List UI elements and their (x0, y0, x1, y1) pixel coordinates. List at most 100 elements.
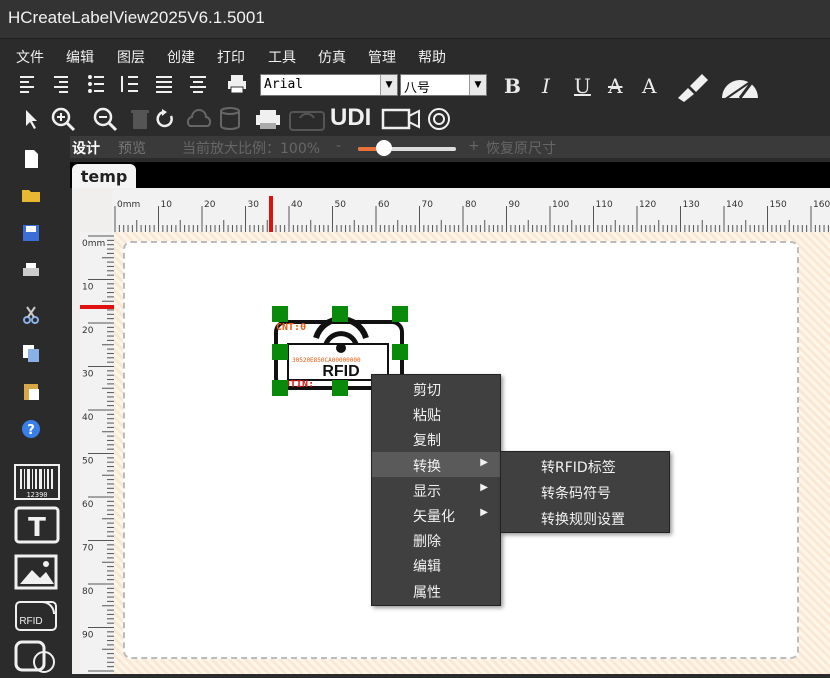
menu-simulate[interactable]: 仿真 (318, 47, 346, 67)
tab-temp[interactable]: temp (72, 164, 136, 190)
italic-button[interactable]: I (542, 74, 550, 98)
align-left-icon (20, 76, 34, 93)
align-icons (20, 75, 206, 93)
menu-manage[interactable]: 管理 (368, 47, 396, 67)
database-icon[interactable] (218, 106, 248, 132)
rfid-text: RFID (322, 363, 359, 380)
paste-icon[interactable] (20, 380, 42, 402)
menu-help[interactable]: 帮助 (418, 47, 446, 67)
font-family-select[interactable]: Arial ▼ (260, 74, 398, 96)
open-folder-icon[interactable] (20, 184, 42, 206)
title-bar: HCreateLabelView2025V6.1.5001 (0, 0, 830, 39)
menu-item-paste[interactable]: 粘贴 (372, 401, 500, 426)
print-batch-icon[interactable] (254, 108, 284, 130)
zoom-minus-button[interactable]: - (336, 138, 341, 154)
tab-design[interactable]: 设计 (72, 138, 100, 158)
menu-tools[interactable]: 工具 (268, 47, 296, 67)
rfid-count-field: CNT:0 (276, 322, 306, 333)
image-tool-icon[interactable] (14, 550, 60, 590)
camera-icon[interactable] (380, 106, 422, 132)
ruler-label: 40 (291, 200, 303, 210)
ruler-label: 50 (82, 457, 94, 467)
window-title: HCreateLabelView2025V6.1.5001 (8, 8, 265, 27)
font-size-value: 八号 (404, 81, 431, 96)
ruler-label: 0mm (117, 200, 140, 210)
cloud-icon[interactable] (184, 108, 214, 130)
trash-icon[interactable] (130, 108, 150, 130)
menu-item-convert[interactable]: 转换 ▶ (372, 452, 500, 477)
ruler-label: 10 (82, 283, 94, 293)
align-right-icon (54, 76, 68, 93)
ruler-label: 40 (82, 413, 94, 423)
rfid-tool-icon[interactable]: RFID (14, 596, 60, 632)
menu-item-cut[interactable]: 剪切 (372, 376, 500, 401)
menu-create[interactable]: 创建 (167, 47, 195, 67)
svg-text:?: ? (27, 423, 35, 438)
print-icon[interactable] (20, 260, 42, 282)
pointer-icon[interactable] (22, 108, 40, 130)
chevron-down-icon[interactable]: ▼ (469, 75, 486, 95)
shape-tool-icon[interactable] (14, 638, 60, 674)
ruler-label: 70 (82, 544, 94, 554)
printer-icon[interactable] (226, 74, 248, 94)
menu-item-convert-rules[interactable]: 转换规则设置 (501, 505, 669, 530)
zoom-slider-thumb[interactable] (376, 140, 392, 156)
zoom-ratio-label: 当前放大比例：100% (182, 141, 321, 157)
ruler-label: 100 (552, 200, 569, 210)
barcode-tool-icon[interactable]: 12390 (14, 464, 60, 500)
zoom-out-icon[interactable] (92, 106, 118, 132)
submenu-arrow-icon: ▶ (480, 457, 488, 468)
menu-item-properties[interactable]: 属性 (372, 578, 500, 603)
menu-print[interactable]: 打印 (217, 47, 245, 67)
ruler-label: 160 (813, 200, 830, 210)
numbered-list-icon (121, 76, 138, 92)
rfid-device-icon[interactable] (288, 106, 326, 132)
ruler-label: 20 (204, 200, 216, 210)
ruler-position-marker (80, 305, 114, 309)
udi-button[interactable]: UDI (330, 104, 371, 132)
menu-item-to-rfid-label[interactable]: 转RFID标签 (501, 453, 669, 478)
help-icon[interactable]: ? (20, 418, 42, 440)
bold-button[interactable]: B (504, 74, 521, 98)
openai-icon[interactable] (426, 106, 452, 132)
new-file-icon[interactable] (20, 148, 42, 170)
zoom-in-icon[interactable] (50, 106, 76, 132)
ruler-label: 80 (82, 587, 94, 597)
barcode-tool-digits: 12390 (26, 491, 47, 499)
object-toolbar: UDI (0, 104, 830, 134)
save-icon[interactable] (20, 222, 42, 244)
ruler-label: 110 (596, 200, 613, 210)
menu-item-display[interactable]: 显示 ▶ (372, 477, 500, 502)
chevron-down-icon[interactable]: ▼ (380, 75, 397, 95)
text-tool-icon[interactable]: T (14, 506, 60, 544)
menu-file[interactable]: 文件 (16, 47, 44, 67)
horizontal-ruler: 0mm 10 20 30 40 50 60 70 80 90 100 110 120 130 140 150 1… (112, 190, 830, 233)
brush-icon[interactable] (674, 72, 710, 102)
menu-layer[interactable]: 图层 (117, 47, 145, 67)
menu-item-delete[interactable]: 删除 (372, 527, 500, 552)
cut-icon[interactable] (20, 304, 42, 326)
font-size-select[interactable]: 八号 ▼ (400, 74, 487, 96)
menu-item-to-barcode[interactable]: 转条码符号 (501, 479, 669, 504)
rotate-icon[interactable] (156, 108, 176, 130)
restore-size-button[interactable]: 恢复原尺寸 (486, 138, 556, 158)
font-color-button[interactable]: A (642, 74, 656, 98)
zoom-plus-button[interactable]: + (468, 138, 480, 154)
document-tab-bar (70, 162, 830, 188)
copy-icon[interactable] (20, 342, 42, 364)
rfid-tool-label: RFID (19, 616, 42, 627)
underline-button[interactable]: U (574, 74, 591, 98)
menu-item-copy[interactable]: 复制 (372, 426, 500, 451)
ruler-label: 90 (509, 200, 521, 210)
context-menu: 剪切 粘贴 复制 转换 ▶ 显示 ▶ 矢量化 ▶ 删除 编辑 属性 (371, 374, 501, 606)
ruler-label: 30 (248, 200, 260, 210)
menu-edit[interactable]: 编辑 (66, 47, 94, 67)
gauge-icon[interactable] (718, 72, 762, 102)
menu-item-vectorize[interactable]: 矢量化 ▶ (372, 502, 500, 527)
list-icon (88, 75, 104, 93)
menu-item-edit[interactable]: 编辑 (372, 552, 500, 577)
ruler-label: 0mm (82, 239, 105, 249)
align-center-icon (190, 76, 206, 93)
strikethrough-button[interactable]: A (608, 74, 622, 98)
tab-preview[interactable]: 预览 (118, 138, 146, 158)
